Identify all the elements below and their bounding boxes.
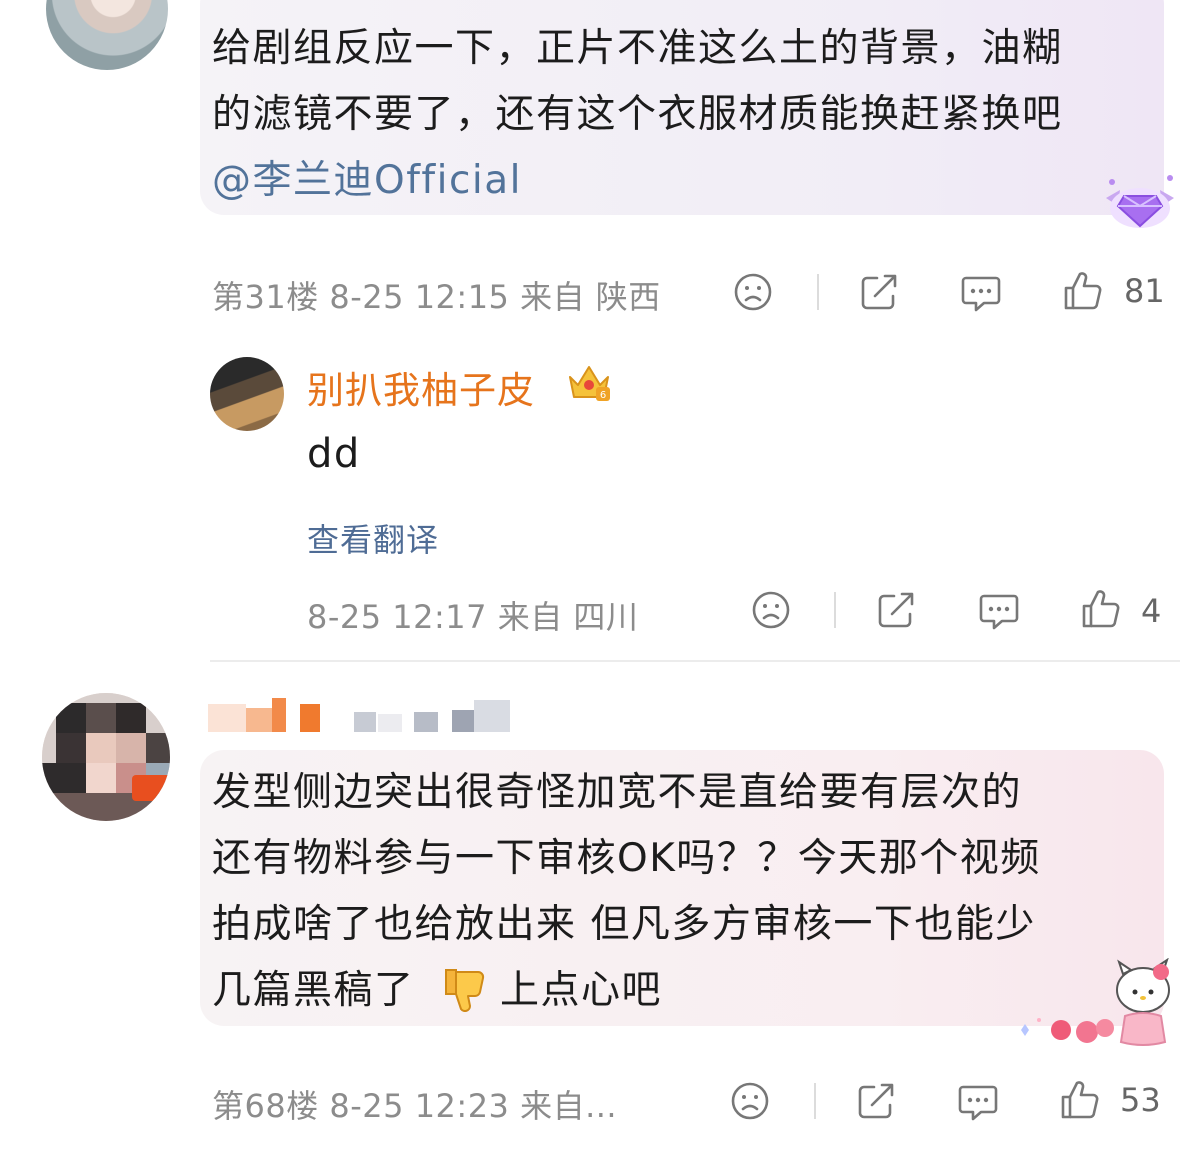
comment-text-line: 的滤镜不要了，还有这个衣服材质能换赶紧换吧	[212, 92, 1063, 137]
like-count: 53	[1120, 1081, 1161, 1119]
reply-icon[interactable]	[957, 1081, 999, 1123]
thumbs-down-emoji-icon	[440, 964, 492, 1016]
thumbs-up-icon[interactable]	[1080, 588, 1122, 630]
view-translation-link[interactable]: 查看翻译	[307, 515, 439, 561]
share-icon[interactable]	[876, 590, 918, 630]
username[interactable]: 别扒我柚子皮	[307, 360, 535, 414]
comment-text-line: 几篇黑稿了	[212, 968, 415, 1013]
dislike-face-icon[interactable]	[730, 1081, 770, 1121]
mention-link[interactable]: @李兰迪Official	[212, 148, 522, 213]
dislike-face-icon[interactable]	[733, 272, 773, 312]
share-icon[interactable]	[859, 272, 901, 312]
like-count: 4	[1141, 592, 1162, 630]
svg-text:6: 6	[600, 390, 606, 401]
dislike-face-icon[interactable]	[751, 590, 791, 630]
separator	[834, 592, 836, 628]
blurred-username	[208, 698, 518, 734]
user-avatar[interactable]	[46, 0, 168, 70]
diamond-badge-icon	[1100, 168, 1180, 234]
comment-text-line: 上点心吧	[500, 968, 663, 1013]
reply-text: dd	[307, 431, 361, 477]
reply-icon[interactable]	[960, 272, 1002, 314]
comment-text-line: 还有物料参与一下审核OK吗？？今天那个视频	[212, 836, 1041, 881]
comment-text-line: 发型侧边突出很奇怪加宽不是直给要有层次的	[212, 770, 1023, 815]
crown-badge-icon: 6	[566, 361, 612, 403]
hello-kitty-decoration-icon	[1015, 958, 1180, 1053]
separator	[817, 274, 819, 310]
separator	[814, 1083, 816, 1119]
comment-text-line: 拍成啥了也给放出来 但凡多方审核一下也能少	[212, 902, 1036, 947]
comment-meta: 8-25 12:17 来自 四川	[307, 598, 639, 636]
user-avatar[interactable]	[210, 357, 284, 431]
comment-meta: 第31楼 8-25 12:15 来自 陕西	[212, 278, 661, 316]
user-avatar[interactable]	[42, 693, 170, 821]
comment-meta: 第68楼 8-25 12:23 来自...	[212, 1087, 618, 1125]
thumbs-up-icon[interactable]	[1062, 270, 1104, 312]
thumbs-up-icon[interactable]	[1059, 1079, 1101, 1121]
share-icon[interactable]	[856, 1081, 898, 1121]
like-count: 81	[1124, 272, 1165, 310]
comment-text-line: 给剧组反应一下，正片不准这么土的背景，油糊	[212, 26, 1063, 71]
reply-icon[interactable]	[978, 590, 1020, 632]
divider	[210, 660, 1180, 662]
